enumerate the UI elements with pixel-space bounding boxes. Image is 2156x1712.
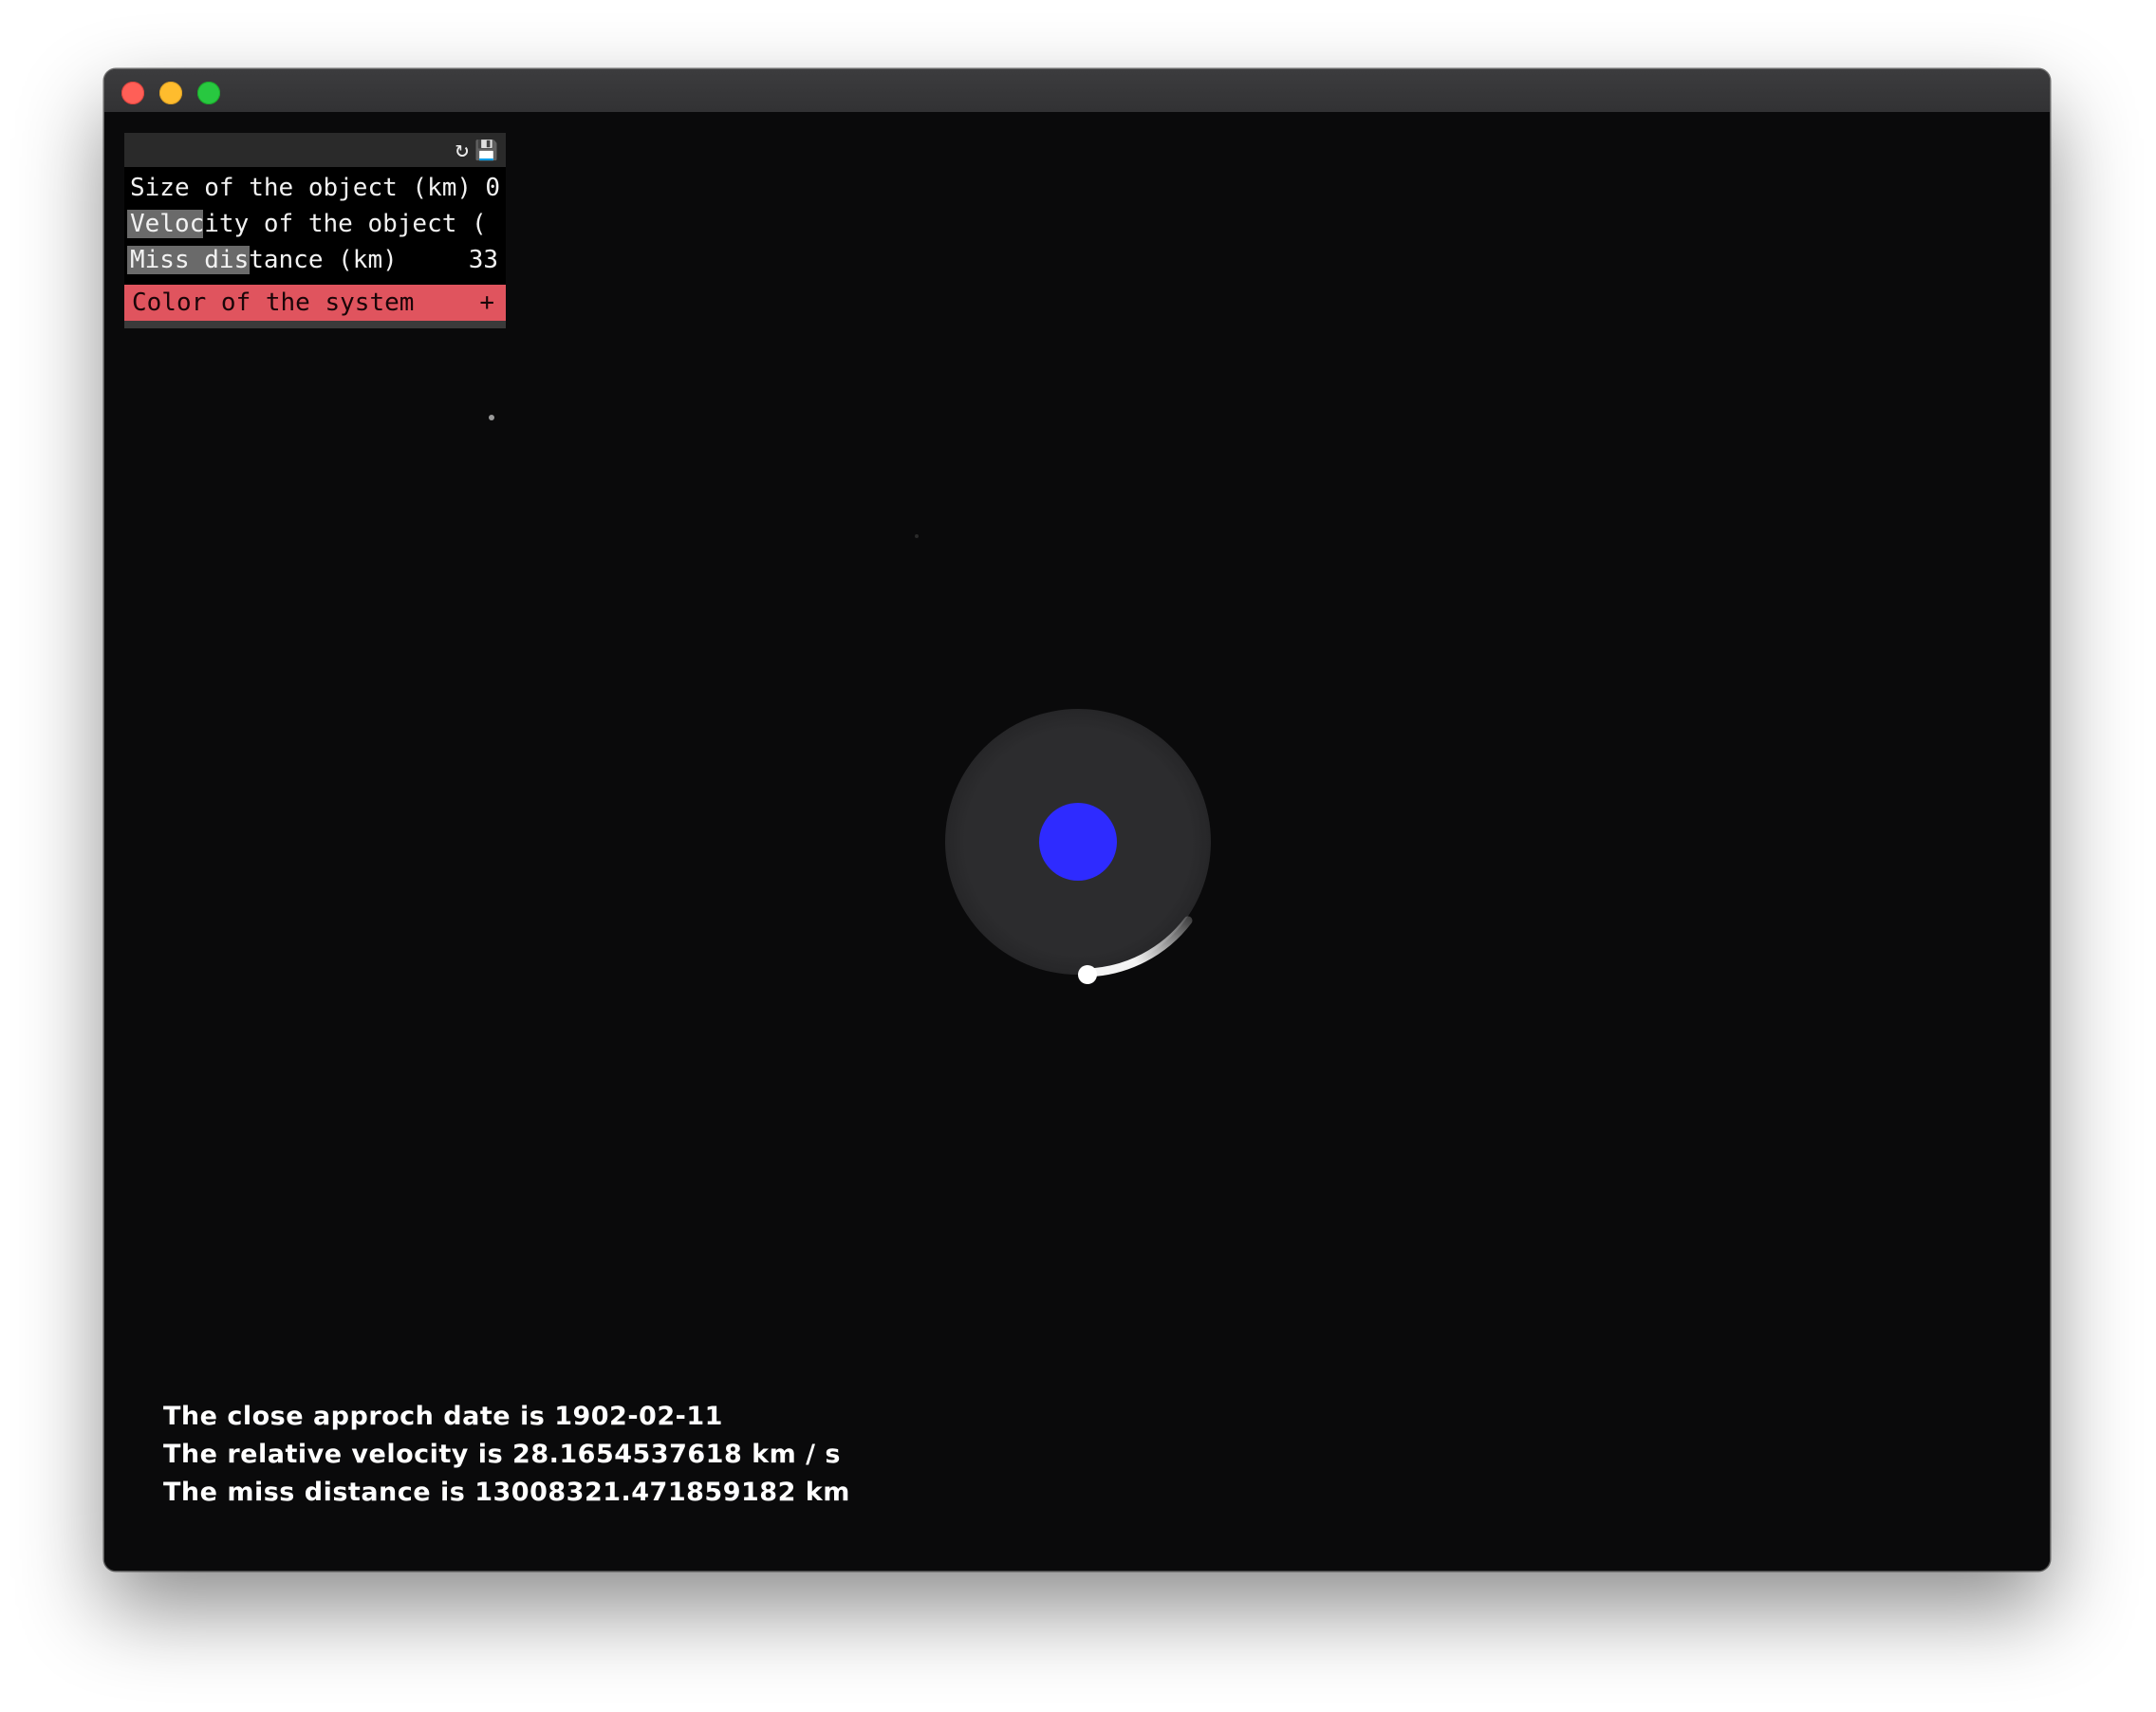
star (489, 415, 494, 420)
velocity-label: Velocity of the object ( (130, 210, 487, 238)
info-text: The close approch date is 1902-02-11 The… (163, 1398, 850, 1512)
miss-distance-slider[interactable]: Miss distance (km) 33 (124, 243, 506, 277)
velocity-slider[interactable]: Velocity of the object ( (124, 207, 506, 241)
scene-canvas[interactable]: ↻ 💾 Size of the object (km) 0 Velocity o… (104, 112, 2050, 1571)
miss-distance: The miss distance is 13008321.471859182 … (163, 1478, 850, 1507)
planet (1039, 803, 1117, 881)
color-folder[interactable]: Color of the system + (124, 285, 506, 321)
minimize-button[interactable] (159, 82, 182, 104)
star (915, 534, 919, 538)
control-panel: ↻ 💾 Size of the object (km) 0 Velocity o… (124, 133, 506, 328)
size-value[interactable]: 0 (483, 171, 500, 205)
save-icon[interactable]: 💾 (474, 136, 498, 164)
close-button[interactable] (121, 82, 144, 104)
miss-distance-label: Miss distance (km) (130, 246, 398, 274)
maximize-button[interactable] (197, 82, 220, 104)
asteroid-object (1078, 965, 1097, 984)
panel-footer (124, 321, 506, 328)
refresh-icon[interactable]: ↻ (455, 136, 469, 164)
size-slider[interactable]: Size of the object (km) 0 (124, 171, 506, 205)
size-label: Size of the object (km) (130, 174, 473, 202)
scene-svg (489, 415, 1211, 984)
title-bar (104, 69, 2050, 113)
close-approach-date: The close approch date is 1902-02-11 (163, 1402, 723, 1431)
panel-header: ↻ 💾 (124, 133, 506, 169)
color-folder-label: Color of the system (132, 288, 415, 317)
expand-icon[interactable]: + (479, 285, 494, 321)
relative-velocity: The relative velocity is 28.1654537618 k… (163, 1440, 841, 1469)
app-window: ↻ 💾 Size of the object (km) 0 Velocity o… (104, 69, 2050, 1571)
miss-distance-value[interactable]: 33 (466, 243, 498, 277)
